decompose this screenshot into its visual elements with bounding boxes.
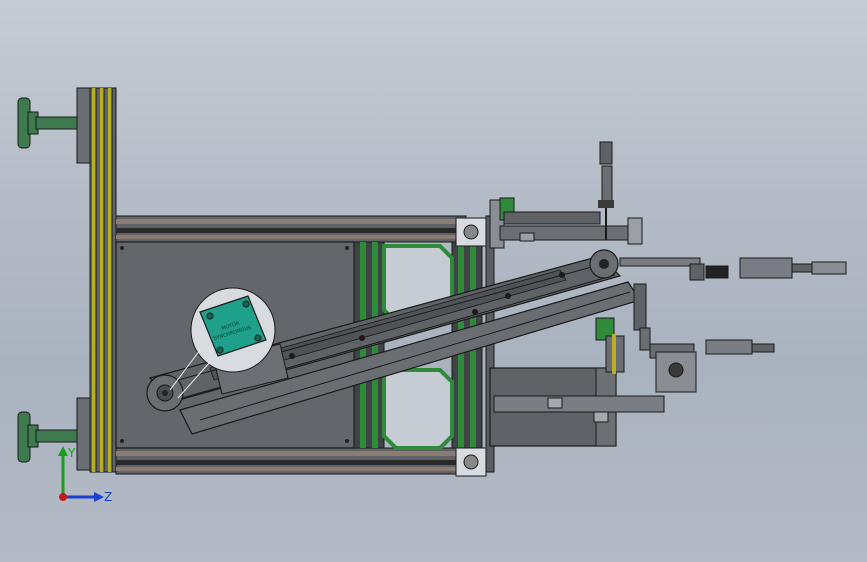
- right-motor-block: [489, 367, 665, 447]
- mounting-foot-top: [17, 87, 92, 164]
- bottom-horizontal-rail: [115, 447, 467, 475]
- mounting-foot-bottom: [17, 397, 92, 471]
- upper-pneumatic-cylinder: [598, 141, 847, 281]
- right-upper-plate: [489, 197, 643, 249]
- vertical-side-plate: [89, 87, 117, 473]
- top-horizontal-rail: [115, 215, 467, 243]
- triad-z-label: Z: [104, 490, 112, 504]
- assembly-drawing[interactable]: MOTOR SYNCHRONOUS Y Z: [0, 0, 867, 562]
- cad-viewport[interactable]: MOTOR SYNCHRONOUS Y Z: [0, 0, 867, 562]
- triad-y-label: Y: [67, 446, 76, 460]
